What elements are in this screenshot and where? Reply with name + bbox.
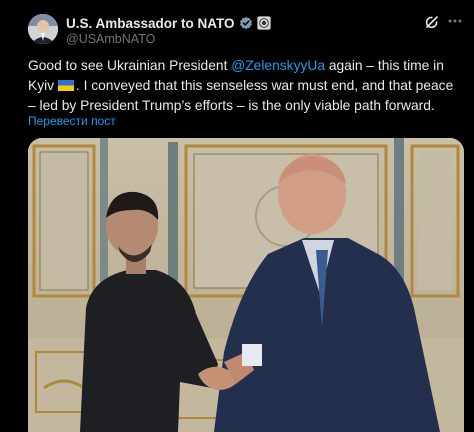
post-text: Good to see Ukrainian President @Zelensk… [28, 56, 464, 116]
verified-badge-icon [239, 16, 253, 30]
translate-post-link[interactable]: Перевести пост [28, 114, 116, 128]
government-affiliate-icon[interactable] [256, 16, 271, 30]
ukraine-flag-icon [57, 77, 74, 91]
mention-link[interactable]: @ZelenskyyUa [231, 58, 325, 73]
name-row: U.S. Ambassador to NATO [66, 14, 271, 32]
account-avatar[interactable] [28, 14, 58, 44]
photo-handshake-scene [28, 138, 464, 432]
avatar-portrait [28, 14, 58, 44]
more-options-icon[interactable] [446, 12, 464, 30]
post-text-part-3: . I conveyed that this senseless war mus… [28, 78, 454, 113]
post-photo[interactable] [28, 138, 464, 432]
account-handle[interactable]: @USAmbNATO [66, 32, 155, 46]
post: U.S. Ambassador to NATO @USAmbNATO Good … [0, 0, 474, 432]
grok-icon[interactable] [424, 14, 440, 30]
post-text-part-1: Good to see Ukrainian President [28, 58, 232, 73]
display-name[interactable]: U.S. Ambassador to NATO [66, 16, 235, 31]
